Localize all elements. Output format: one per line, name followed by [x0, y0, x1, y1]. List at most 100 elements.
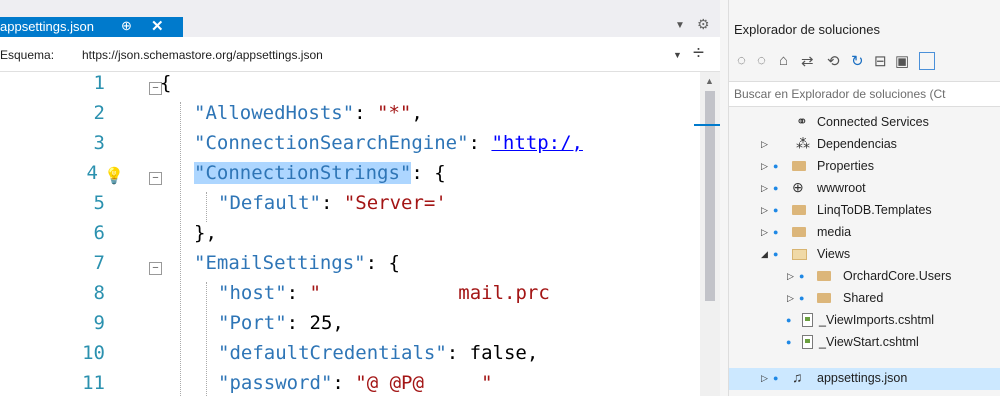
- open-folder-icon: [792, 249, 807, 260]
- expand-icon[interactable]: ▷: [761, 373, 768, 384]
- tree-item-appsettings-json[interactable]: ▷ ● ♫ appsettings.json: [729, 368, 1000, 390]
- code-line: {: [160, 72, 171, 94]
- tree-item-orchardcore-users[interactable]: ▷ ● OrchardCore.Users: [729, 266, 1000, 288]
- folder-icon: [792, 205, 806, 215]
- razor-file-icon: [802, 313, 813, 327]
- folder-icon: [792, 227, 806, 237]
- code-token: "Default": [218, 192, 321, 214]
- tree-item-viewimports[interactable]: ● _ViewImports.cshtml: [729, 310, 1000, 332]
- tree-item-label: OrchardCore.Users: [843, 269, 952, 283]
- indent-guide: [206, 282, 207, 396]
- globe-icon: ⊕: [792, 179, 804, 195]
- solution-explorer-toolbar: ◌ ◌ ⌂ ⇄ ⟲ ↻ ⊟ ▣: [729, 46, 1000, 76]
- lock-icon: ●: [773, 249, 779, 259]
- indent-guide: [180, 102, 181, 396]
- code-token: "EmailSettings": [194, 252, 366, 274]
- preview-icon[interactable]: [919, 52, 935, 70]
- code-line: "ConnectionStrings": {: [194, 162, 446, 184]
- refresh-icon[interactable]: ↻: [851, 52, 864, 70]
- schema-label: Esquema:: [0, 48, 55, 62]
- tree-item-properties[interactable]: ▷ ● Properties: [729, 156, 1000, 178]
- tab-appsettings-json[interactable]: appsettings.json ⊕ ✕: [0, 17, 183, 37]
- dependencies-icon: ⁂: [796, 135, 810, 151]
- code-area[interactable]: 1 2 3 4 5 6 7 8 9 10 11 − − − { "Allowed…: [0, 72, 700, 396]
- code-token: "defaultCredentials": [218, 342, 447, 364]
- code-token: : false,: [446, 342, 539, 364]
- solution-explorer-title: Explorador de soluciones: [734, 22, 880, 37]
- show-all-files-icon[interactable]: ▣: [895, 52, 909, 70]
- code-token: ": [309, 282, 321, 304]
- tree-item-viewstart[interactable]: ● _ViewStart.cshtml: [729, 332, 1000, 354]
- folder-icon: [817, 271, 831, 281]
- code-token: :: [320, 192, 344, 214]
- tree-item-label: Shared: [843, 291, 884, 305]
- tree-item-label: media: [817, 225, 852, 239]
- tree-item-connected-services[interactable]: ⚭ Connected Services: [729, 112, 1000, 134]
- collapse-tree-icon[interactable]: ◢: [761, 249, 768, 260]
- tree-item-label: wwwroot: [817, 181, 866, 195]
- line-number: 6: [93, 222, 105, 244]
- expand-icon[interactable]: ▷: [761, 227, 768, 238]
- line-number: 10: [82, 342, 105, 364]
- code-token: : {: [411, 162, 446, 184]
- tree-item-dependencies[interactable]: ▷ ⁂ Dependencias: [729, 134, 1000, 156]
- tree-item-media[interactable]: ▷ ● media: [729, 222, 1000, 244]
- code-line: "Default": "Server=': [218, 192, 447, 214]
- pin-icon[interactable]: ⊕: [121, 18, 132, 34]
- collapse-icon[interactable]: −: [149, 262, 162, 275]
- document-tab-bar: appsettings.json ⊕ ✕ ▼ ⚙: [0, 0, 720, 37]
- close-icon[interactable]: ✕: [151, 17, 164, 35]
- expand-icon[interactable]: ▷: [787, 293, 794, 304]
- code-token: "AllowedHosts": [194, 102, 355, 124]
- folder-icon: [817, 293, 831, 303]
- vertical-scrollbar[interactable]: ▲: [694, 72, 720, 396]
- schema-dropdown-icon[interactable]: ▼: [673, 50, 682, 60]
- back-icon[interactable]: ◌: [737, 52, 746, 69]
- sync-icon[interactable]: ⇄: [801, 52, 814, 70]
- home-icon[interactable]: ⌂: [779, 52, 788, 69]
- split-editor-icon[interactable]: ÷: [693, 42, 704, 65]
- code-token: "Port": [218, 312, 287, 334]
- expand-icon[interactable]: ▷: [761, 139, 768, 150]
- code-token: "ConnectionSearchEngine": [194, 132, 469, 154]
- history-icon[interactable]: ⟲: [827, 52, 840, 70]
- expand-icon[interactable]: ▷: [761, 161, 768, 172]
- lock-icon: ●: [799, 293, 805, 303]
- code-line: "host": " mail.prc: [218, 282, 550, 304]
- tree-item-shared[interactable]: ▷ ● Shared: [729, 288, 1000, 310]
- collapse-all-icon[interactable]: ⊟: [874, 52, 887, 70]
- line-number: 1: [93, 72, 105, 94]
- collapse-icon[interactable]: −: [149, 172, 162, 185]
- code-token: :: [286, 282, 310, 304]
- gear-icon[interactable]: ⚙: [697, 16, 710, 33]
- scrollbar-thumb[interactable]: [705, 91, 715, 301]
- schema-bar: Esquema: https://json.schemastore.org/ap…: [0, 37, 720, 72]
- solution-explorer-search-input[interactable]: Buscar en Explorador de soluciones (Ct: [729, 81, 1000, 107]
- line-number: 2: [93, 102, 105, 124]
- forward-icon[interactable]: ◌: [757, 52, 766, 69]
- code-line: },: [194, 222, 217, 244]
- line-number: 11: [82, 372, 105, 394]
- expand-icon[interactable]: ▷: [761, 205, 768, 216]
- scroll-up-icon[interactable]: ▲: [705, 76, 714, 86]
- code-editor[interactable]: appsettings.json ⊕ ✕ ▼ ⚙ Esquema: https:…: [0, 0, 720, 396]
- code-token: "http:/,: [491, 132, 583, 154]
- tree-item-views[interactable]: ◢ ● Views: [729, 244, 1000, 266]
- tree-item-linqtodb-templates[interactable]: ▷ ● LinqToDB.Templates: [729, 200, 1000, 222]
- tree-item-wwwroot[interactable]: ▷ ● ⊕ wwwroot: [729, 178, 1000, 200]
- code-token: :: [354, 102, 378, 124]
- code-token: "*": [377, 102, 412, 124]
- properties-folder-icon: [792, 161, 806, 171]
- search-placeholder: Buscar en Explorador de soluciones (Ct: [734, 87, 946, 101]
- lightbulb-icon[interactable]: 💡: [104, 166, 124, 186]
- code-token: "host": [218, 282, 287, 304]
- schema-url[interactable]: https://json.schemastore.org/appsettings…: [82, 48, 323, 62]
- expand-icon[interactable]: ▷: [787, 271, 794, 282]
- code-token: : {: [365, 252, 400, 274]
- lock-icon: ●: [773, 161, 779, 171]
- tab-list-dropdown-icon[interactable]: ▼: [675, 20, 685, 31]
- line-number: 4: [86, 162, 98, 184]
- line-number: 7: [93, 252, 105, 274]
- expand-icon[interactable]: ▷: [761, 183, 768, 194]
- line-number: 5: [93, 192, 105, 214]
